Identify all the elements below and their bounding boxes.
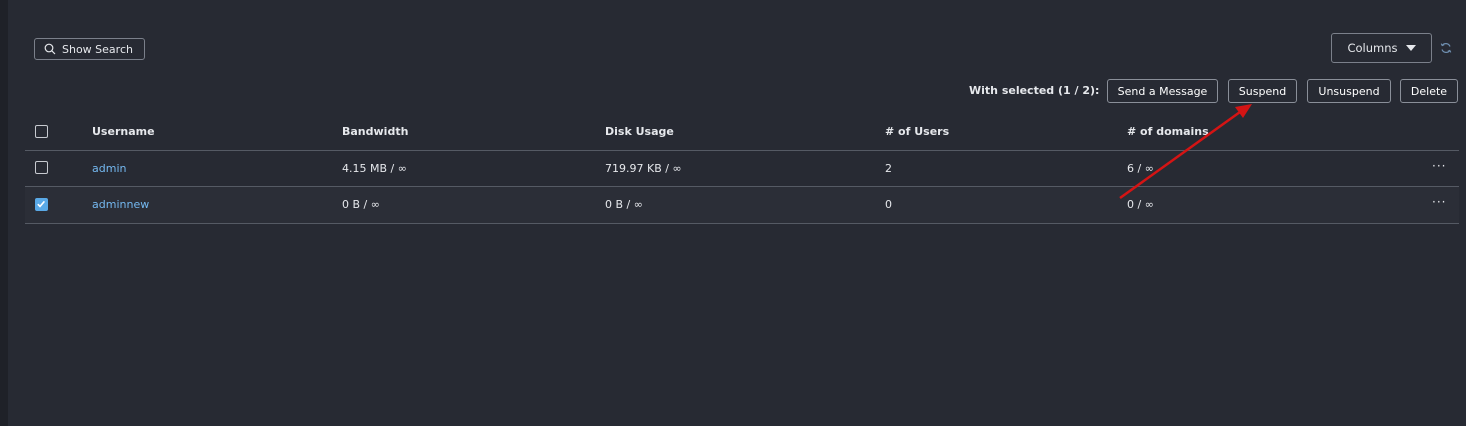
unsuspend-button[interactable]: Unsuspend xyxy=(1307,79,1391,103)
show-search-button[interactable]: Show Search xyxy=(34,38,145,60)
row-divider xyxy=(25,223,1459,224)
select-all-checkbox[interactable] xyxy=(35,125,48,138)
delete-button[interactable]: Delete xyxy=(1400,79,1458,103)
disk-usage-value: 719.97 KB / ∞ xyxy=(605,162,682,175)
header-bandwidth[interactable]: Bandwidth xyxy=(342,125,408,138)
header-username[interactable]: Username xyxy=(92,125,155,138)
checkmark-icon xyxy=(37,200,46,208)
columns-label: Columns xyxy=(1347,41,1398,55)
with-selected-label: With selected (1 / 2): xyxy=(969,84,1100,97)
header-divider xyxy=(25,150,1459,151)
suspend-button[interactable]: Suspend xyxy=(1228,79,1297,103)
username-link[interactable]: adminnew xyxy=(92,198,149,211)
table-row xyxy=(25,187,1459,223)
search-icon xyxy=(44,43,56,55)
domains-value: 0 / ∞ xyxy=(1127,198,1154,211)
disk-usage-value: 0 B / ∞ xyxy=(605,198,643,211)
bandwidth-value: 4.15 MB / ∞ xyxy=(342,162,407,175)
users-value: 2 xyxy=(885,162,892,175)
users-value: 0 xyxy=(885,198,892,211)
columns-button[interactable]: Columns xyxy=(1331,33,1432,63)
header-users[interactable]: # of Users xyxy=(885,125,949,138)
header-domains[interactable]: # of domains xyxy=(1127,125,1209,138)
header-disk-usage[interactable]: Disk Usage xyxy=(605,125,674,138)
username-link[interactable]: admin xyxy=(92,162,126,175)
more-icon[interactable]: ··· xyxy=(1432,195,1446,209)
row-checkbox-checked[interactable] xyxy=(35,198,48,211)
bandwidth-value: 0 B / ∞ xyxy=(342,198,380,211)
left-edge-panel xyxy=(0,0,8,426)
show-search-label: Show Search xyxy=(62,42,133,56)
refresh-icon[interactable] xyxy=(1439,41,1453,55)
caret-down-icon xyxy=(1405,45,1416,51)
row-checkbox[interactable] xyxy=(35,161,48,174)
send-message-button[interactable]: Send a Message xyxy=(1107,79,1218,103)
domains-value: 6 / ∞ xyxy=(1127,162,1154,175)
more-icon[interactable]: ··· xyxy=(1432,159,1446,173)
